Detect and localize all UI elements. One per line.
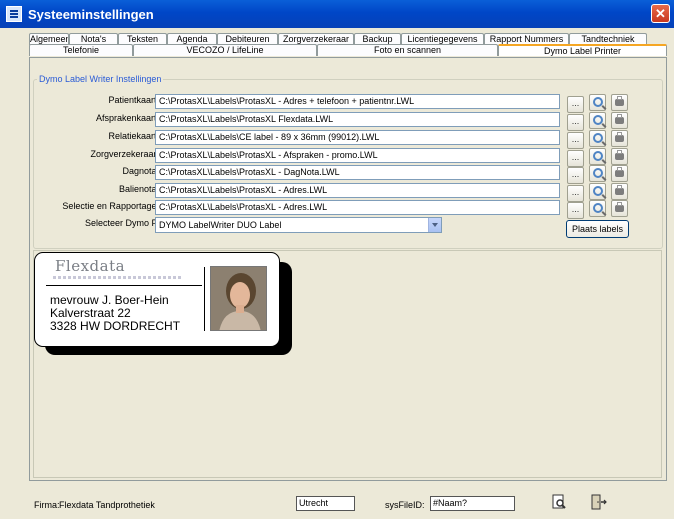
patientkaart-path-field[interactable]: C:\ProtasXL\Labels\ProtasXL - Adres + te… xyxy=(155,94,560,109)
relatiekaart-path-field[interactable]: C:\ProtasXL\Labels\CE label - 89 x 36mm … xyxy=(155,130,560,145)
chevron-down-icon[interactable] xyxy=(428,218,441,232)
print-label-button[interactable] xyxy=(611,165,628,182)
tab-dymo-label-printer[interactable]: Dymo Label Printer xyxy=(498,44,667,56)
preview-label-button[interactable] xyxy=(589,165,606,182)
tab-vecozo-lifeline[interactable]: VECOZO / LifeLine xyxy=(133,44,317,56)
preview-label-button[interactable] xyxy=(589,94,606,111)
label-divider xyxy=(46,285,202,286)
browse-button[interactable]: ... xyxy=(567,167,584,184)
print-label-button[interactable] xyxy=(611,200,628,217)
zorgverzekeraar-path-field[interactable]: C:\ProtasXL\Labels\ProtasXL - Afspraken … xyxy=(155,148,560,163)
printer-icon xyxy=(615,132,624,142)
balienota-path-field[interactable]: C:\ProtasXL\Labels\ProtasXL - Adres.LWL xyxy=(155,183,560,198)
preview-label-button[interactable] xyxy=(589,112,606,129)
magnifier-icon xyxy=(592,115,603,125)
sysfile-label: sysFileID: xyxy=(385,500,425,510)
magnifier-icon xyxy=(592,186,603,196)
settings-window: Systeeminstellingen ✕ Algemeen Nota's Te… xyxy=(0,0,674,519)
printer-icon xyxy=(615,202,624,212)
row-dagnota: Dagnota label C:\ProtasXL\Labels\ProtasX… xyxy=(33,165,663,184)
exit-button[interactable] xyxy=(587,493,609,513)
window-title: Systeeminstellingen xyxy=(28,6,154,22)
flexdata-logo: Flexdata xyxy=(55,257,126,275)
logo-tagline-decoration xyxy=(53,276,183,279)
printer-icon xyxy=(615,96,624,106)
print-preview-icon xyxy=(552,494,566,509)
city-field: Utrecht xyxy=(296,496,355,511)
selectie-rapportage-path-field[interactable]: C:\ProtasXL\Labels\ProtasXL - Adres.LWL xyxy=(155,200,560,215)
title-bar[interactable]: Systeeminstellingen ✕ xyxy=(0,0,674,28)
exit-door-icon xyxy=(591,494,607,510)
magnifier-icon xyxy=(592,133,603,143)
preview-label-button[interactable] xyxy=(589,200,606,217)
magnifier-icon xyxy=(592,203,603,213)
label-card: Flexdata mevrouw J. Boer-Hein Kalverstra… xyxy=(34,252,280,347)
row-afsprakenkaart: Afsprakenkaart label C:\ProtasXL\Labels\… xyxy=(33,112,663,131)
magnifier-icon xyxy=(592,151,603,161)
plaats-labels-button[interactable]: Plaats labels xyxy=(566,220,629,238)
printer-icon xyxy=(615,167,624,177)
row-selectie-rapportage: Selectie en Rapportage label C:\ProtasXL… xyxy=(33,200,663,219)
row-balienota: Balienota label C:\ProtasXL\Labels\Prota… xyxy=(33,183,663,202)
printer-icon xyxy=(615,114,624,124)
printer-select-value: DYMO LabelWriter DUO Label xyxy=(159,220,282,230)
print-preview-button[interactable] xyxy=(548,493,570,513)
print-label-button[interactable] xyxy=(611,148,628,165)
magnifier-icon xyxy=(592,97,603,107)
status-bar: Firma: Flexdata Tandprothetiek Utrecht s… xyxy=(0,488,674,519)
group-title: Dymo Label Writer Instellingen xyxy=(37,74,164,84)
close-button[interactable]: ✕ xyxy=(651,4,670,23)
row-relatiekaart: Relatiekaart label C:\ProtasXL\Labels\CE… xyxy=(33,130,663,149)
tab-foto-en-scannen[interactable]: Foto en scannen xyxy=(317,44,498,56)
firma-value: Flexdata Tandprothetiek xyxy=(59,500,155,510)
label-vertical-divider xyxy=(204,267,205,331)
magnifier-icon xyxy=(592,168,603,178)
tab-row-2: Telefonie VECOZO / LifeLine Foto en scan… xyxy=(29,44,667,56)
browse-button[interactable]: ... xyxy=(567,114,584,131)
row-patientkaart: Patientkaart label C:\ProtasXL\Labels\Pr… xyxy=(33,94,663,113)
tab-telefonie[interactable]: Telefonie xyxy=(29,44,133,56)
printer-icon xyxy=(615,150,624,160)
preview-label-button[interactable] xyxy=(589,183,606,200)
sysfile-field: #Naam? xyxy=(430,496,515,511)
afsprakenkaart-path-field[interactable]: C:\ProtasXL\Labels\ProtasXL Flexdata.LWL xyxy=(155,112,560,127)
portrait-image xyxy=(211,267,266,330)
patient-photo xyxy=(210,266,267,331)
print-label-button[interactable] xyxy=(611,94,628,111)
browse-button[interactable]: ... xyxy=(567,96,584,113)
firma-label: Firma: xyxy=(34,500,60,510)
print-label-button[interactable] xyxy=(611,130,628,147)
print-label-button[interactable] xyxy=(611,112,628,129)
browse-button[interactable]: ... xyxy=(567,132,584,149)
printer-icon xyxy=(615,185,624,195)
preview-label-button[interactable] xyxy=(589,130,606,147)
print-label-button[interactable] xyxy=(611,183,628,200)
preview-label-button[interactable] xyxy=(589,148,606,165)
window-app-icon xyxy=(6,6,22,22)
printer-select[interactable]: DYMO LabelWriter DUO Label xyxy=(155,217,442,233)
row-zorgverzekeraar: Zorgverzekeraar label C:\ProtasXL\Labels… xyxy=(33,148,663,167)
label-city: 3328 HW DORDRECHT xyxy=(50,319,181,333)
dagnota-path-field[interactable]: C:\ProtasXL\Labels\ProtasXL - DagNota.LW… xyxy=(155,165,560,180)
